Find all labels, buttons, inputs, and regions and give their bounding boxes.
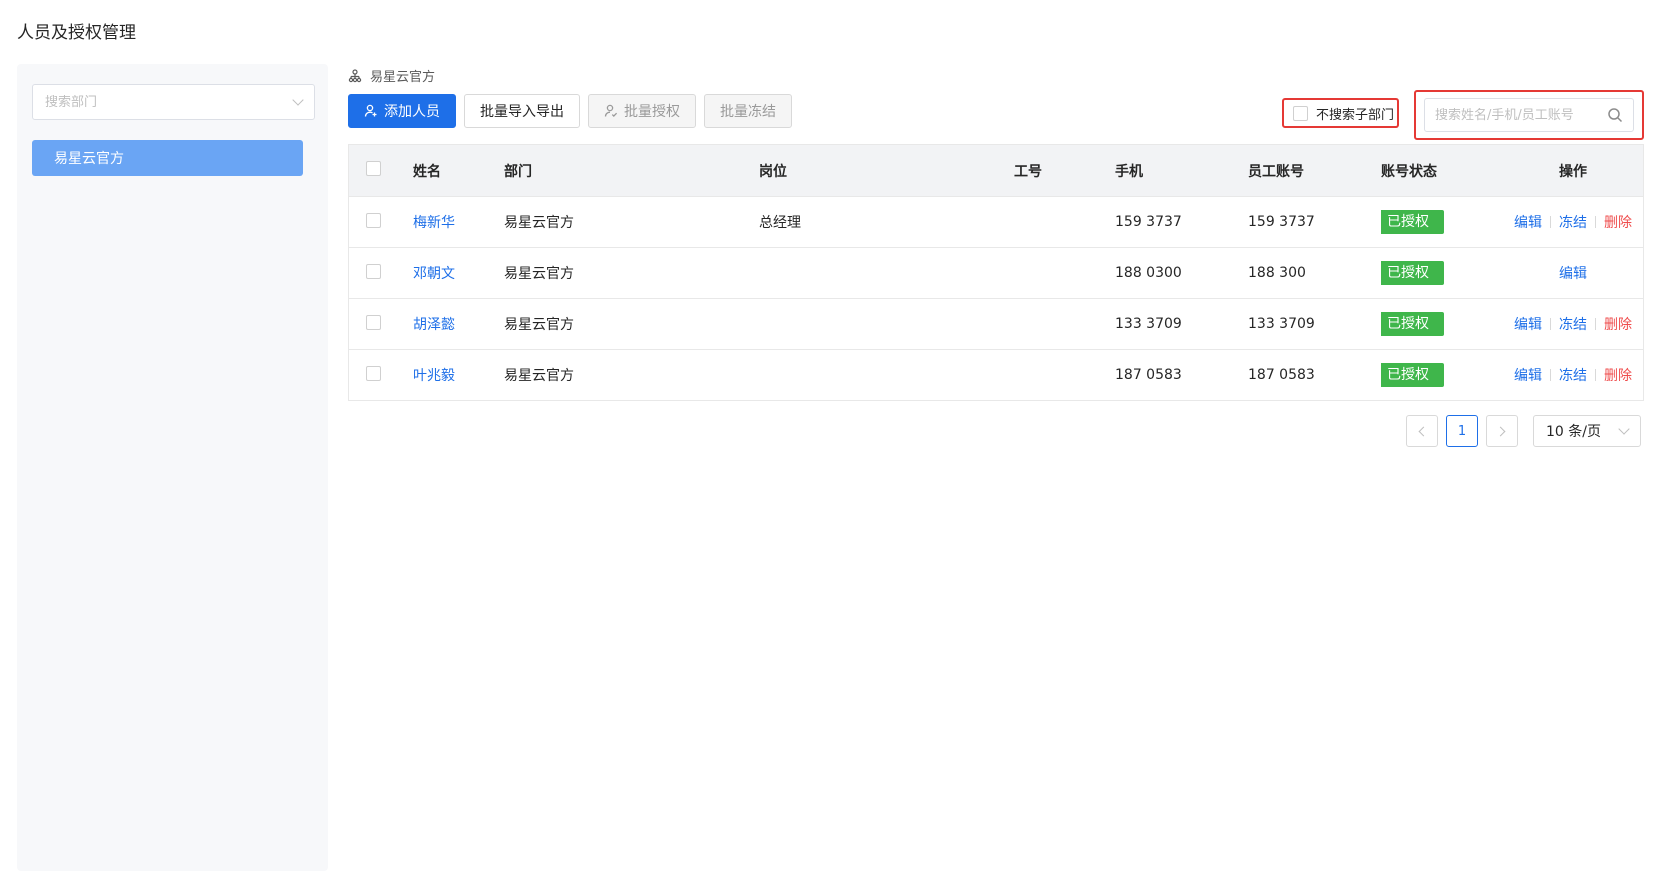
table-row: 梅新华 易星云官方 总经理 159 3737 159 3737 已授权 编辑 冻… [349, 196, 1643, 247]
header-department: 部门 [504, 163, 532, 180]
chevron-left-icon [1418, 426, 1429, 436]
edit-button[interactable]: 编辑 [1514, 212, 1542, 232]
row-checkbox[interactable] [366, 263, 381, 279]
select-all-checkbox[interactable] [366, 161, 381, 176]
row-checkbox[interactable] [366, 314, 381, 330]
person-search-highlight [1414, 90, 1644, 140]
edit-button[interactable]: 编辑 [1514, 365, 1542, 385]
person-account: 159 3737 [1248, 214, 1315, 230]
freeze-button[interactable]: 冻结 [1559, 365, 1587, 385]
add-person-label: 添加人员 [384, 104, 440, 120]
breadcrumb: 易星云官方 [348, 66, 435, 85]
status-badge: 已授权 [1381, 363, 1444, 387]
person-name-link[interactable]: 邓朝文 [413, 263, 504, 283]
exclude-sub-department-checkbox[interactable] [1293, 105, 1308, 121]
header-name: 姓名 [413, 163, 441, 180]
add-user-icon [364, 104, 377, 117]
pagination: 1 10 条/页 [1406, 415, 1641, 447]
status-badge: 已授权 [1381, 210, 1444, 234]
toolbar: 添加人员 批量导入导出 批量授权 批量冻结 [348, 94, 792, 128]
person-name-link[interactable]: 梅新华 [413, 212, 504, 232]
row-actions: 编辑 [1501, 263, 1645, 283]
header-status: 账号状态 [1381, 163, 1437, 180]
edit-button[interactable]: 编辑 [1514, 314, 1542, 334]
action-divider [1595, 318, 1596, 330]
next-page-button[interactable] [1486, 415, 1518, 447]
header-position: 岗位 [759, 163, 787, 180]
header-account: 员工账号 [1248, 163, 1304, 180]
chevron-down-icon [292, 94, 304, 106]
person-phone: 159 3737 [1115, 214, 1182, 230]
status-badge: 已授权 [1381, 261, 1444, 285]
row-actions: 编辑 冻结 删除 [1501, 212, 1645, 232]
exclude-sub-department-label: 不搜索子部门 [1316, 107, 1395, 123]
action-divider [1550, 318, 1551, 330]
user-check-icon [604, 104, 618, 118]
person-account: 187 0583 [1248, 367, 1315, 383]
person-department: 易星云官方 [504, 368, 574, 384]
edit-button[interactable]: 编辑 [1559, 263, 1587, 283]
person-account: 188 300 [1248, 265, 1306, 281]
action-divider [1550, 369, 1551, 381]
person-phone: 133 3709 [1115, 316, 1182, 332]
row-checkbox[interactable] [366, 212, 381, 228]
exclude-sub-department-filter[interactable]: 不搜索子部门 [1282, 98, 1399, 128]
batch-authorize-button[interactable]: 批量授权 [588, 94, 696, 128]
page-size-select[interactable]: 10 条/页 [1533, 415, 1641, 447]
org-tree-icon [348, 68, 362, 83]
row-checkbox[interactable] [366, 365, 381, 381]
table-row: 邓朝文 易星云官方 188 0300 188 300 已授权 编辑 [349, 247, 1643, 298]
prev-page-button[interactable] [1406, 415, 1438, 447]
person-account: 133 3709 [1248, 316, 1315, 332]
page-size-value: 10 条/页 [1546, 424, 1601, 440]
header-actions: 操作 [1559, 163, 1587, 180]
page-title: 人员及授权管理 [17, 23, 136, 43]
action-divider [1550, 216, 1551, 228]
person-department: 易星云官方 [504, 317, 574, 333]
person-name-link[interactable]: 胡泽懿 [413, 314, 504, 334]
person-name-link[interactable]: 叶兆毅 [413, 365, 504, 385]
chevron-down-icon [1618, 423, 1630, 435]
page: 人员及授权管理 易星云官方 易星云官方 [0, 0, 1656, 887]
person-department: 易星云官方 [504, 266, 574, 282]
department-search-input[interactable] [45, 94, 294, 110]
search-icon[interactable] [1607, 107, 1623, 123]
delete-button[interactable]: 删除 [1604, 314, 1632, 334]
department-panel: 易星云官方 [17, 64, 328, 871]
action-divider [1595, 216, 1596, 228]
person-search-input[interactable] [1435, 107, 1607, 123]
table-header-row: 姓名 部门 岗位 工号 手机 员工账号 账号状态 操作 [349, 145, 1643, 196]
table-row: 胡泽懿 易星云官方 133 3709 133 3709 已授权 编辑 冻结 删除 [349, 298, 1643, 349]
batch-freeze-button[interactable]: 批量冻结 [704, 94, 792, 128]
person-department: 易星云官方 [504, 215, 574, 231]
freeze-button[interactable]: 冻结 [1559, 314, 1587, 334]
delete-button[interactable]: 删除 [1604, 212, 1632, 232]
row-actions: 编辑 冻结 删除 [1501, 314, 1645, 334]
header-phone: 手机 [1115, 163, 1143, 180]
department-item-selected[interactable]: 易星云官方 [32, 140, 303, 176]
department-search[interactable] [32, 84, 315, 120]
freeze-button[interactable]: 冻结 [1559, 212, 1587, 232]
batch-authorize-label: 批量授权 [624, 104, 680, 120]
chevron-right-icon [1495, 426, 1506, 436]
personnel-table: 姓名 部门 岗位 工号 手机 员工账号 账号状态 操作 梅新华 易星云官方 总经… [348, 144, 1644, 401]
page-number-button[interactable]: 1 [1446, 415, 1478, 447]
table-row: 叶兆毅 易星云官方 187 0583 187 0583 已授权 编辑 冻结 删除 [349, 349, 1643, 400]
person-phone: 187 0583 [1115, 367, 1182, 383]
add-person-button[interactable]: 添加人员 [348, 94, 456, 128]
person-phone: 188 0300 [1115, 265, 1182, 281]
delete-button[interactable]: 删除 [1604, 365, 1632, 385]
person-search[interactable] [1424, 98, 1634, 132]
person-position: 总经理 [759, 215, 801, 231]
row-actions: 编辑 冻结 删除 [1501, 365, 1645, 385]
batch-import-export-button[interactable]: 批量导入导出 [464, 94, 580, 128]
status-badge: 已授权 [1381, 312, 1444, 336]
breadcrumb-department: 易星云官方 [370, 70, 436, 85]
action-divider [1595, 369, 1596, 381]
header-employee-no: 工号 [1014, 163, 1042, 180]
